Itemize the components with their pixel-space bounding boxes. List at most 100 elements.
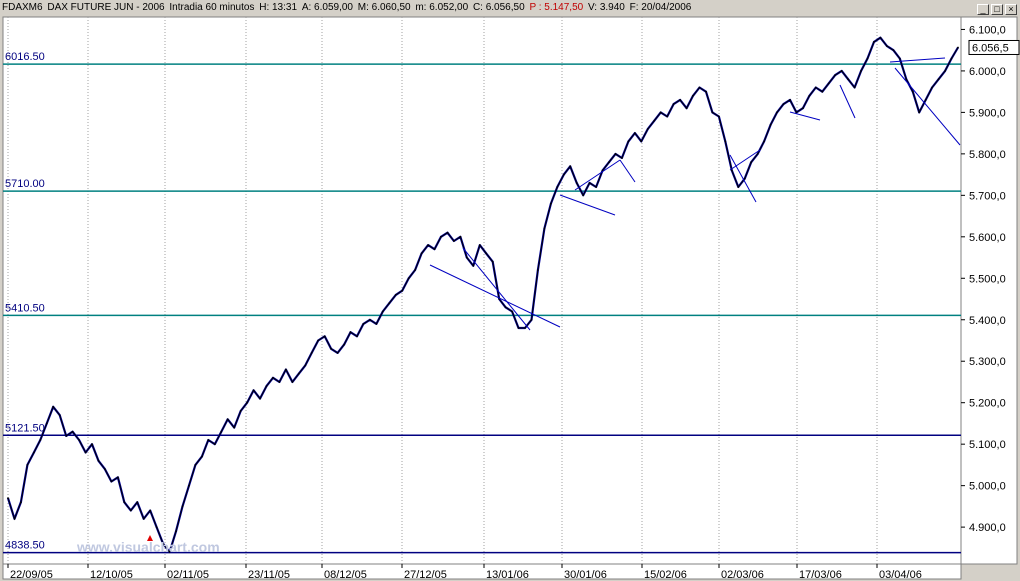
support-level-label: 4838.50 bbox=[5, 540, 45, 552]
price-point bbox=[705, 90, 707, 93]
price-point bbox=[123, 501, 126, 504]
price-point bbox=[39, 439, 42, 441]
price-point bbox=[336, 352, 339, 354]
price-point bbox=[394, 294, 397, 296]
price-point bbox=[65, 435, 68, 437]
y-tick-label: 5.000,0 bbox=[969, 481, 1006, 493]
price-point bbox=[517, 327, 520, 329]
watermark-text: www.visualchart.com bbox=[76, 539, 220, 555]
x-tick-label: 08/12/05 bbox=[324, 569, 367, 581]
price-point bbox=[317, 339, 320, 342]
price-point bbox=[91, 443, 93, 446]
price-point bbox=[414, 269, 416, 271]
price-point bbox=[7, 497, 9, 499]
x-tick-label: 30/01/06 bbox=[564, 569, 607, 581]
price-point bbox=[892, 49, 895, 52]
price-point bbox=[614, 153, 617, 155]
price-point bbox=[343, 343, 345, 346]
price-point bbox=[291, 381, 294, 383]
price-point bbox=[420, 252, 423, 255]
price-point bbox=[213, 443, 216, 446]
price-point bbox=[129, 509, 132, 512]
price-point bbox=[737, 186, 740, 188]
price-chart[interactable]: 6.100,0 6.000,0 5.900,0 5.800,0 5.700,0 5.600… bbox=[0, 0, 1020, 581]
price-point bbox=[52, 405, 55, 408]
price-point bbox=[71, 430, 74, 433]
price-point bbox=[537, 269, 539, 271]
price-point bbox=[776, 111, 778, 114]
price-point bbox=[685, 107, 688, 110]
price-point bbox=[608, 161, 610, 164]
price-point bbox=[246, 401, 249, 404]
price-point bbox=[718, 115, 720, 118]
x-tick-label: 13/01/06 bbox=[486, 569, 529, 581]
price-point bbox=[472, 264, 475, 267]
price-point bbox=[226, 418, 229, 421]
x-tick-label: 15/02/06 bbox=[644, 569, 687, 581]
price-point bbox=[194, 464, 197, 466]
price-point bbox=[369, 318, 371, 321]
support-level-label: 5121.50 bbox=[5, 422, 45, 434]
price-point bbox=[847, 78, 849, 81]
price-point bbox=[918, 111, 921, 114]
price-point bbox=[769, 123, 772, 126]
price-point bbox=[491, 260, 494, 263]
price-point bbox=[58, 414, 61, 416]
price-point bbox=[666, 115, 669, 118]
price-point bbox=[763, 140, 765, 143]
price-point bbox=[356, 335, 358, 338]
price-point bbox=[349, 331, 352, 334]
price-point bbox=[679, 99, 681, 101]
price-point bbox=[13, 517, 16, 520]
x-tick-label: 17/03/06 bbox=[799, 569, 842, 581]
price-point bbox=[582, 194, 585, 197]
support-level-label: 5410.50 bbox=[5, 302, 45, 314]
y-tick-label: 5.800,0 bbox=[969, 149, 1006, 161]
price-point bbox=[827, 82, 830, 85]
price-point bbox=[285, 368, 287, 371]
price-point bbox=[879, 36, 882, 39]
chart-window: FDAXM6 DAX FUTURE JUN - 2006 Intradia 60… bbox=[0, 0, 1020, 581]
last-value-label: 6.056,5 bbox=[972, 42, 1009, 54]
price-point bbox=[634, 132, 636, 135]
price-point bbox=[511, 310, 513, 313]
price-point bbox=[588, 182, 591, 184]
x-tick-label: 12/10/05 bbox=[90, 569, 133, 581]
price-point bbox=[627, 140, 630, 143]
y-tick-label: 5.200,0 bbox=[969, 398, 1006, 410]
price-point bbox=[756, 153, 759, 155]
price-point bbox=[550, 202, 552, 205]
price-point bbox=[407, 277, 410, 280]
support-level-label: 5710.00 bbox=[5, 178, 45, 190]
price-point bbox=[937, 78, 940, 81]
price-point bbox=[459, 235, 462, 238]
price-point bbox=[239, 410, 242, 412]
y-tick-label: 5.600,0 bbox=[969, 232, 1006, 244]
price-point bbox=[575, 182, 578, 184]
y-tick-label: 5.400,0 bbox=[969, 315, 1006, 327]
price-point bbox=[381, 310, 384, 313]
price-point bbox=[155, 526, 158, 528]
y-tick-label: 5.500,0 bbox=[969, 273, 1006, 285]
price-point bbox=[84, 451, 87, 454]
price-point bbox=[814, 86, 817, 89]
price-point bbox=[26, 464, 29, 466]
price-point bbox=[944, 70, 946, 72]
y-tick-label: 6.100,0 bbox=[969, 24, 1006, 36]
price-point bbox=[957, 46, 959, 49]
y-tick-label: 6.000,0 bbox=[969, 66, 1006, 78]
price-point bbox=[97, 459, 100, 462]
price-point bbox=[653, 119, 656, 122]
x-tick-label: 03/04/06 bbox=[879, 569, 922, 581]
price-point bbox=[433, 248, 436, 251]
price-point bbox=[950, 57, 953, 60]
price-point bbox=[136, 501, 139, 504]
price-point bbox=[931, 86, 933, 89]
price-point bbox=[304, 364, 307, 367]
x-tick-label: 22/09/05 bbox=[10, 569, 53, 581]
price-point bbox=[898, 57, 901, 60]
price-point bbox=[297, 372, 300, 375]
price-point bbox=[543, 227, 546, 230]
x-tick-label: 27/12/05 bbox=[404, 569, 447, 581]
price-point bbox=[504, 306, 507, 309]
